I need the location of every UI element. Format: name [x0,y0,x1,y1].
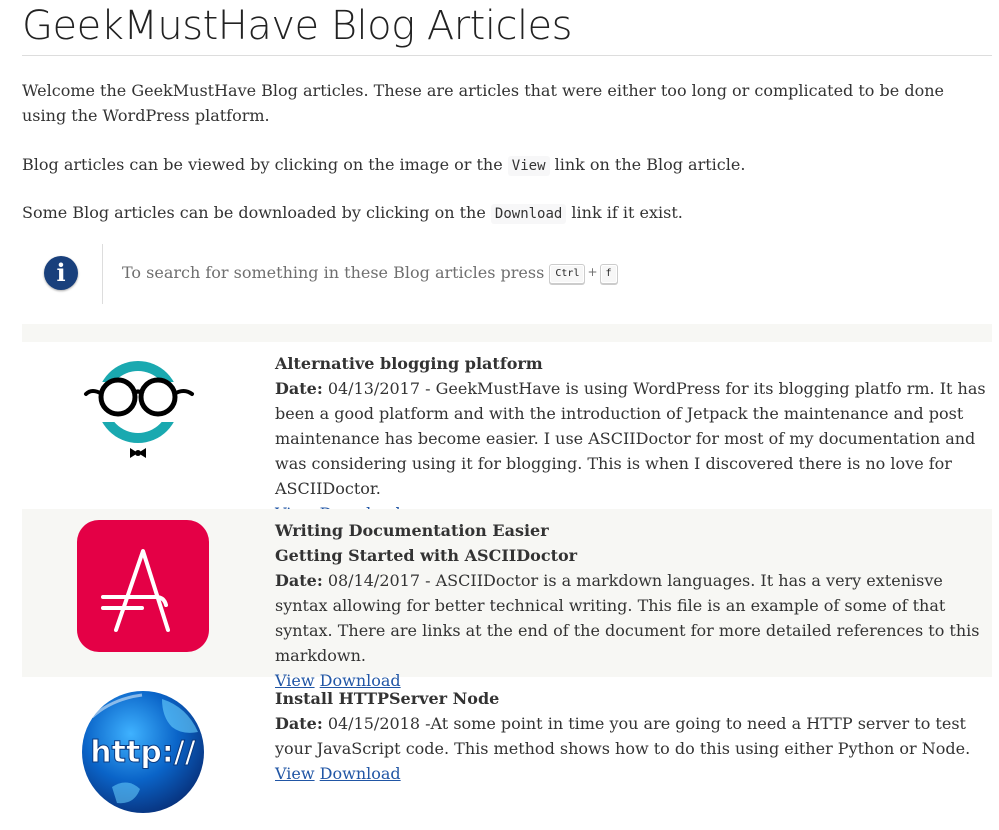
article-2-summary: Date: 08/14/2017 - ASCIIDoctor is a mark… [275,571,980,665]
article-1-date-label: Date: [275,379,323,398]
table-top-band [22,324,992,342]
ctrl-key: Ctrl [549,264,586,284]
article-3-date-label: Date: [275,714,323,733]
article-3-download-link[interactable]: Download [320,764,401,783]
download-instructions: Some Blog articles can be downloaded by … [22,200,992,227]
tip-admonition: i To search for something in these Blog … [22,244,992,304]
article-3-view-link[interactable]: View [275,764,315,783]
article-3-image[interactable]: http:// [22,677,265,830]
article-2-title: Writing Documentation Easier [275,521,549,540]
article-2-date: 08/14/2017 [327,571,421,590]
info-icon: i [44,256,78,290]
key-plus: + [587,265,598,279]
article-1-image[interactable] [22,342,265,509]
article-1-title: Alternative blogging platform [275,354,543,373]
article-2-body: Writing Documentation Easier Getting Sta… [275,518,990,693]
download-instructions-text-2: link if it exist. [566,203,683,222]
download-code: Download [490,204,567,224]
article-1-date: 04/13/2017 [327,379,421,398]
article-3-body: Install HTTPServer Node Date: 04/15/2018… [275,686,990,786]
geek-glasses-logo-icon[interactable] [22,342,265,509]
tip-message: To search for something in these Blog ar… [122,263,545,282]
article-row-1: Alternative blogging platform Date: 04/1… [22,342,992,523]
title-divider [22,55,992,56]
article-row-2: Writing Documentation Easier Getting Sta… [22,509,992,690]
download-instructions-text-1: Some Blog articles can be downloaded by … [22,203,491,222]
view-instructions-text-1: Blog articles can be viewed by clicking … [22,155,508,174]
article-row-3: http:// Install HTTPServer Node Date: 04… [22,677,992,830]
article-2-subtitle: Getting Started with ASCIIDoctor [275,546,578,565]
article-1-summary: Date: 04/13/2017 - GeekMustHave is using… [275,379,986,498]
article-1-body: Alternative blogging platform Date: 04/1… [275,351,990,526]
article-3-date: 04/15/2018 [327,714,421,733]
intro-paragraph: Welcome the GeekMustHave Blog articles. … [22,81,944,125]
article-3-title: Install HTTPServer Node [275,689,500,708]
article-2-date-label: Date: [275,571,323,590]
tip-text: To search for something in these Blog ar… [122,263,618,284]
page-title: GeekMustHave Blog Articles [22,3,573,49]
view-code: View [507,156,550,176]
asciidoctor-logo-icon[interactable] [22,509,265,677]
admonition-divider [102,244,103,304]
view-instructions-text-2: link on the Blog article. [549,155,746,174]
article-3-summary: Date: 04/15/2018 -At some point in time … [275,714,970,758]
f-key: f [599,264,618,284]
http-globe-icon[interactable]: http:// [22,677,265,830]
http-globe-text: http:// [90,735,195,770]
article-2-image[interactable] [22,509,265,677]
view-instructions: Blog articles can be viewed by clicking … [22,152,992,179]
